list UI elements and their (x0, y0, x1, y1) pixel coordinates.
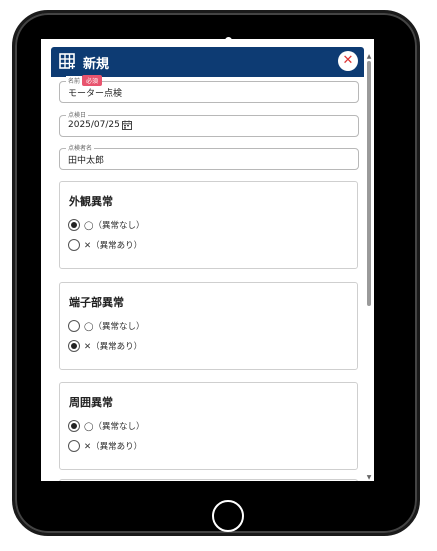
section-title: 端子部異常 (69, 296, 124, 309)
close-button[interactable]: ✕ (338, 51, 358, 71)
inspection-date-value: 2025/07/25 (68, 120, 120, 130)
dialog-header: 新規 ✕ (51, 47, 364, 77)
scroll-up-icon[interactable]: ▲ (366, 53, 372, 60)
calendar-icon[interactable] (122, 120, 132, 130)
radio-label: ◯（異常なし） (84, 221, 145, 231)
radio-button[interactable] (68, 219, 80, 231)
scrollbar[interactable]: ▲ ▼ (366, 53, 372, 481)
radio-button[interactable] (68, 420, 80, 432)
close-icon: ✕ (342, 53, 354, 68)
section-card-next (59, 479, 358, 481)
scroll-down-icon[interactable]: ▼ (366, 474, 372, 481)
home-button[interactable] (212, 500, 244, 532)
radio-label: ✕（異常あり） (84, 342, 143, 352)
name-field-value: モーター点検 (68, 89, 123, 99)
required-badge: 必須 (82, 75, 103, 86)
radio-label: ✕（異常あり） (84, 442, 143, 452)
radio-button[interactable] (68, 440, 80, 452)
radio-button[interactable] (68, 340, 80, 352)
dialog-title: 新規 (83, 57, 110, 72)
radio-button[interactable] (68, 320, 80, 332)
name-field-label: 名前 (66, 76, 83, 85)
radio-button[interactable] (68, 239, 80, 251)
section-title: 周囲異常 (69, 396, 113, 409)
radio-label: ✕（異常あり） (84, 241, 143, 251)
app-screen: 新規 ✕ 名前 必須 モーター点検 点検日 2025/07/25 点検者名 田中… (41, 39, 374, 481)
inspector-name-label: 点検者名 (66, 143, 95, 152)
radio-label: ◯（異常なし） (84, 322, 145, 332)
inspector-name-value: 田中太郎 (68, 156, 105, 166)
section-card-appearance: 外観異常 ◯（異常なし） ✕（異常あり） (59, 181, 358, 269)
inspection-date-label: 点検日 (66, 110, 89, 119)
scroll-thumb[interactable] (367, 61, 371, 306)
section-card-surroundings: 周囲異常 ◯（異常なし） ✕（異常あり） (59, 382, 358, 470)
inspection-date-field[interactable]: 点検日 2025/07/25 (59, 110, 359, 137)
grid-table-icon (59, 53, 75, 69)
section-card-terminal: 端子部異常 ◯（異常なし） ✕（異常あり） (59, 282, 358, 370)
inspector-name-field[interactable]: 点検者名 田中太郎 (59, 143, 359, 170)
section-title: 外観異常 (69, 195, 113, 208)
name-field[interactable]: 名前 必須 モーター点検 (59, 75, 359, 103)
radio-label: ◯（異常なし） (84, 422, 145, 432)
